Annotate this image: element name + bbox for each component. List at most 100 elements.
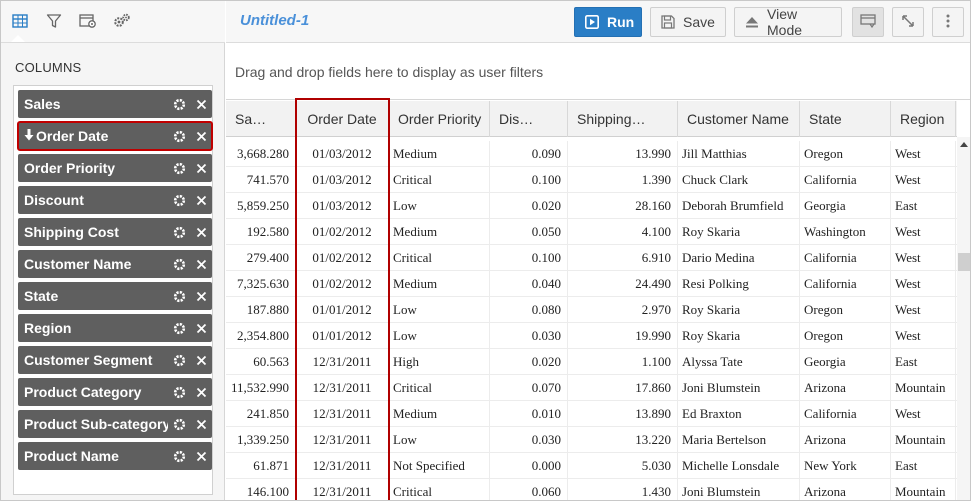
gear-icon[interactable]: [168, 450, 190, 463]
close-icon[interactable]: [190, 387, 212, 398]
table-cell: Roy Skaria: [678, 323, 800, 349]
column-header[interactable]: Customer Name: [678, 101, 800, 137]
gear-icon[interactable]: [168, 130, 190, 143]
table-row[interactable]: 7,325.630 01/02/2012 Medium 0.040 24.490 Resi…: [226, 271, 957, 297]
column-header[interactable]: Order Date: [296, 101, 389, 137]
gear-icon[interactable]: [168, 354, 190, 367]
column-header[interactable]: Dis…: [490, 101, 568, 137]
column-header[interactable]: C: [956, 101, 957, 137]
gear-icon[interactable]: [168, 258, 190, 271]
column-header[interactable]: State: [800, 101, 891, 137]
table-cell: Critical: [389, 479, 490, 500]
table-cell: Joni Blumstein: [678, 375, 800, 401]
table-row[interactable]: 5,859.250 01/03/2012 Low 0.020 28.160 Deborah…: [226, 193, 957, 219]
gear-icon[interactable]: [168, 162, 190, 175]
table-row[interactable]: 11,532.990 12/31/2011 Critical 0.070 17.860 J…: [226, 375, 957, 401]
column-item-customer-segment[interactable]: Customer Segment: [18, 346, 212, 374]
filter-icon[interactable]: [43, 10, 65, 32]
gear-icon[interactable]: [168, 322, 190, 335]
vertical-scrollbar[interactable]: [957, 137, 970, 500]
table-row[interactable]: 60.563 12/31/2011 High 0.020 1.100 Alyssa Tat…: [226, 349, 957, 375]
table-row[interactable]: 192.580 01/02/2012 Medium 0.050 4.100 Roy Ska…: [226, 219, 957, 245]
table-cell: Medium: [389, 271, 490, 297]
table-cell: Mountain: [891, 375, 956, 401]
column-item-product-name[interactable]: Product Name: [18, 442, 212, 470]
close-icon[interactable]: [190, 99, 212, 110]
table-cell: 0.000: [490, 453, 568, 479]
gear-icon[interactable]: [168, 98, 190, 111]
column-item-order-date[interactable]: Order Date: [17, 121, 213, 151]
expand-button[interactable]: [892, 7, 924, 37]
column-item-label: Order Date: [36, 128, 109, 144]
user-filter-drop-zone[interactable]: Drag and drop fields here to display as …: [226, 44, 970, 100]
gear-icon[interactable]: [168, 226, 190, 239]
table-cell: West: [891, 271, 956, 297]
save-button[interactable]: Save: [650, 7, 726, 37]
close-icon[interactable]: [190, 419, 212, 430]
gears-icon[interactable]: [111, 10, 133, 32]
gear-icon[interactable]: [168, 194, 190, 207]
gear-icon[interactable]: [168, 290, 190, 303]
close-icon[interactable]: [190, 195, 212, 206]
table-row[interactable]: 3,668.280 01/03/2012 Medium 0.090 13.990 Jill…: [226, 141, 957, 167]
scroll-thumb[interactable]: [958, 253, 970, 271]
more-options-button[interactable]: [932, 7, 964, 37]
column-item-order-priority[interactable]: Order Priority: [18, 154, 212, 182]
column-item-shipping-cost[interactable]: Shipping Cost: [18, 218, 212, 246]
column-item-product-sub-category[interactable]: Product Sub-category: [18, 410, 212, 438]
column-item-product-category[interactable]: Product Category: [18, 378, 212, 406]
column-item-state[interactable]: State: [18, 282, 212, 310]
close-icon[interactable]: [190, 227, 212, 238]
close-icon[interactable]: [190, 451, 212, 462]
column-header[interactable]: Order Priority: [389, 101, 490, 137]
column-item-customer-name[interactable]: Customer Name: [18, 250, 212, 278]
play-icon: [585, 15, 599, 29]
table-cell: California: [800, 167, 891, 193]
close-icon[interactable]: [190, 163, 212, 174]
close-icon[interactable]: [190, 131, 212, 142]
table-icon[interactable]: [9, 10, 31, 32]
gear-icon[interactable]: [168, 418, 190, 431]
gear-icon[interactable]: [168, 386, 190, 399]
close-icon[interactable]: [190, 323, 212, 334]
close-icon[interactable]: [190, 355, 212, 366]
table-cell: 0.090: [490, 141, 568, 167]
view-mode-label: View Mode: [767, 6, 803, 38]
panel-toggle-button[interactable]: [852, 7, 884, 37]
run-button[interactable]: Run: [574, 7, 642, 37]
table-row[interactable]: 241.850 12/31/2011 Medium 0.010 13.890 Ed Bra…: [226, 401, 957, 427]
column-item-discount[interactable]: Discount: [18, 186, 212, 214]
table-cell: 12/31/2011: [296, 479, 389, 500]
column-item-label: State: [24, 288, 59, 304]
document-title[interactable]: Untitled-1: [240, 12, 309, 29]
table-row[interactable]: 146.100 12/31/2011 Critical 0.060 1.430 Joni …: [226, 479, 957, 500]
table-row[interactable]: 279.400 01/02/2012 Critical 0.100 6.910 Dario…: [226, 245, 957, 271]
table-row[interactable]: 2,354.800 01/01/2012 Low 0.030 19.990 Roy Ska…: [226, 323, 957, 349]
close-icon[interactable]: [190, 291, 212, 302]
table-row[interactable]: 61.871 12/31/2011 Not Specified 0.000 5.030 M…: [226, 453, 957, 479]
column-item-label: Discount: [24, 192, 84, 208]
column-item-sales[interactable]: Sales: [18, 90, 212, 118]
table-cell: Critical: [389, 375, 490, 401]
table-cell: 0.020: [490, 193, 568, 219]
table-row[interactable]: 1,339.250 12/31/2011 Low 0.030 13.220 Maria B…: [226, 427, 957, 453]
table-cell: 28.160: [568, 193, 678, 219]
chart-settings-icon[interactable]: [77, 10, 99, 32]
view-mode-button[interactable]: View Mode: [734, 6, 842, 38]
column-header[interactable]: Shipping…: [568, 101, 678, 137]
table-cell: Oregon: [800, 297, 891, 323]
table-row[interactable]: 741.570 01/03/2012 Critical 0.100 1.390 Chuck…: [226, 167, 957, 193]
table-cell: 01/02/2012: [296, 245, 389, 271]
column-header[interactable]: Region: [891, 101, 956, 137]
scroll-up-arrow-icon[interactable]: [960, 142, 968, 147]
table-cell: 13.890: [568, 401, 678, 427]
table-cell: East: [891, 453, 956, 479]
columns-section-title: COLUMNS: [15, 60, 82, 75]
close-icon[interactable]: [190, 259, 212, 270]
column-item-region[interactable]: Region: [18, 314, 212, 342]
table-cell: Mountain: [891, 427, 956, 453]
table-cell: 61.871: [226, 453, 296, 479]
column-item-label: Product Name: [24, 448, 119, 464]
column-header[interactable]: Sa…: [226, 101, 296, 137]
table-row[interactable]: 187.880 01/01/2012 Low 0.080 2.970 Roy Skaria…: [226, 297, 957, 323]
